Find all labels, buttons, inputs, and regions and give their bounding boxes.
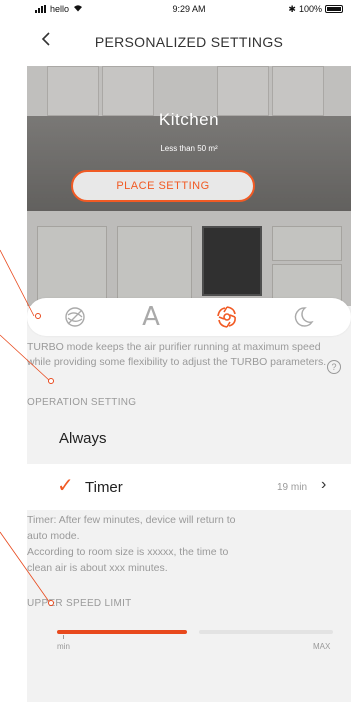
chevron-left-icon — [41, 32, 50, 46]
slider-max-label: MAX — [313, 642, 331, 651]
checkmark-icon: ✓ — [57, 475, 74, 497]
signal-icon — [35, 5, 46, 13]
option-always-label: Always — [59, 430, 107, 447]
room-banner: Kitchen Less than 50 m² PLACE SETTING — [27, 66, 351, 306]
turbo-description: TURBO mode keeps the air purifier runnin… — [27, 341, 327, 368]
mode-selector: A — [27, 298, 351, 336]
operation-setting-label: OPERATION SETTING — [27, 397, 137, 408]
timer-description-line: auto mode. — [27, 530, 80, 542]
slider-filled-track — [57, 630, 187, 634]
page-title: PERSONALIZED SETTINGS — [94, 34, 284, 50]
fan-off-icon — [65, 307, 85, 327]
chevron-right-icon: › — [321, 476, 327, 493]
mode-turbo[interactable] — [209, 302, 245, 332]
bluetooth-icon: ✱ — [288, 3, 296, 14]
timer-description-line: According to room size is xxxxx, the tim… — [27, 546, 229, 558]
room-name: Kitchen — [158, 110, 220, 129]
slider-tick — [63, 635, 64, 639]
slider-empty-track — [199, 630, 333, 634]
back-button[interactable] — [35, 28, 57, 50]
phone-screen: hello 9:29 AM ✱ 100% PERSONALIZED SETTIN… — [27, 0, 351, 702]
help-icon[interactable]: ? — [327, 360, 341, 374]
turbo-icon — [217, 306, 236, 328]
battery-percent: 100% — [298, 4, 322, 14]
mode-fan-off[interactable] — [57, 302, 93, 332]
timer-description: Timer: After few minutes, device will re… — [27, 512, 333, 576]
option-timer[interactable]: ✓ Timer 19 min › — [27, 464, 351, 510]
option-timer-label: Timer — [85, 479, 123, 496]
option-always[interactable]: Always — [27, 418, 351, 458]
wifi-icon — [73, 4, 83, 14]
timer-value: 19 min — [277, 482, 308, 493]
slider-min-label: min — [57, 642, 70, 651]
speed-limit-slider[interactable]: min MAX — [27, 628, 351, 654]
status-bar: hello 9:29 AM ✱ 100% — [27, 0, 351, 18]
carrier-label: hello — [50, 4, 70, 14]
timer-description-line: clean air is about xxx minutes. — [27, 562, 168, 574]
battery-icon — [325, 5, 343, 13]
sleep-moon-icon — [294, 307, 314, 327]
mode-auto[interactable]: A — [133, 302, 169, 332]
room-size: Less than 50 m² — [160, 144, 218, 153]
nav-bar: PERSONALIZED SETTINGS — [27, 18, 351, 66]
auto-mode-icon: A — [142, 302, 160, 332]
mode-sleep[interactable] — [285, 302, 321, 332]
place-setting-button[interactable]: PLACE SETTING — [71, 170, 255, 202]
upper-speed-limit-label: UPPER SPEED LIMIT — [27, 598, 132, 609]
timer-description-line: Timer: After few minutes, device will re… — [27, 514, 236, 526]
